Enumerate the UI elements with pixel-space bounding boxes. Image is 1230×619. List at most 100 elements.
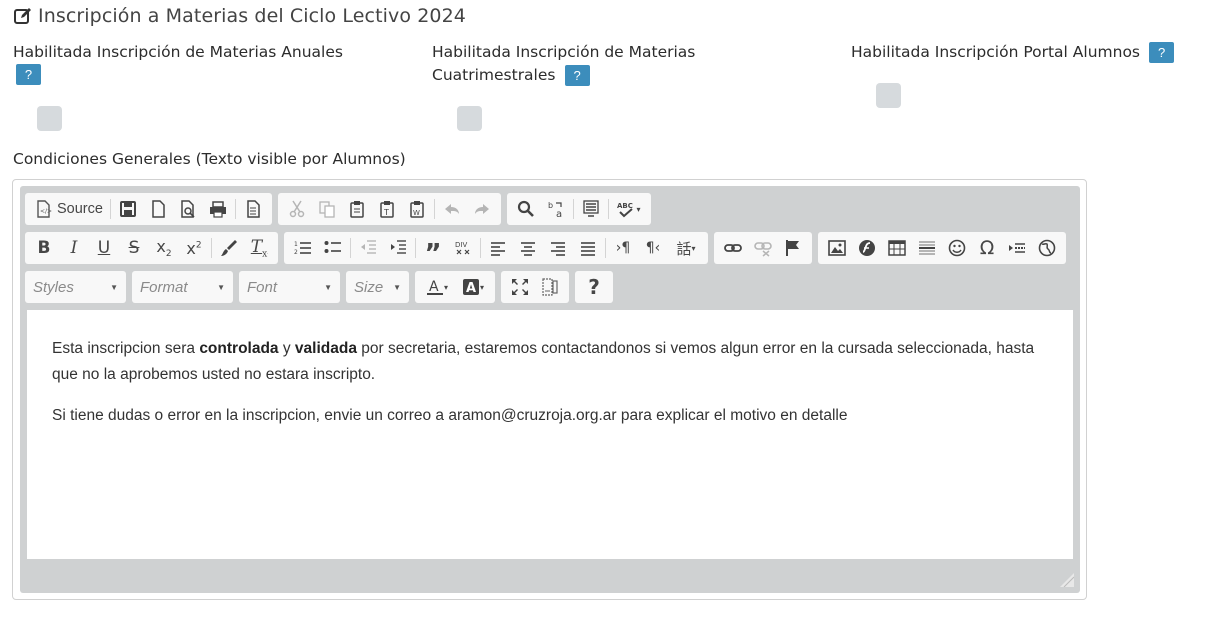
templates-button[interactable] xyxy=(238,195,268,223)
styles-dropdown[interactable]: Styles ▼ xyxy=(25,271,126,303)
new-page-button[interactable] xyxy=(143,195,173,223)
preview-button[interactable] xyxy=(173,195,203,223)
smiley-button[interactable] xyxy=(942,234,972,262)
subscript-icon: x2 xyxy=(156,236,172,260)
align-left-button[interactable] xyxy=(483,234,513,262)
div-icon: DIV xyxy=(455,241,470,255)
anuales-toggle[interactable] xyxy=(37,106,62,131)
flag-portal: Habilitada Inscripción Portal Alumnos ? xyxy=(851,41,1221,64)
spellcheck-button[interactable]: ABC ▾ xyxy=(611,195,647,223)
outdent-button[interactable] xyxy=(353,234,383,262)
source-label: Source xyxy=(57,201,103,217)
find-button[interactable] xyxy=(511,195,541,223)
preview-icon xyxy=(181,200,195,218)
italic-button[interactable]: I xyxy=(59,234,89,262)
indent-button[interactable] xyxy=(383,234,413,262)
source-button[interactable]: </> Source xyxy=(29,195,108,223)
superscript-button[interactable]: x2 xyxy=(179,234,209,262)
font-dropdown[interactable]: Font ▼ xyxy=(239,271,340,303)
flash-button[interactable] xyxy=(852,234,882,262)
format-dropdown[interactable]: Format ▼ xyxy=(132,271,233,303)
align-center-icon xyxy=(521,242,535,256)
undo-button[interactable] xyxy=(437,195,467,223)
maximize-button[interactable] xyxy=(505,273,535,301)
justify-button[interactable] xyxy=(573,234,603,262)
toolbar-row-3: Styles ▼ Format ▼ Font ▼ Size ▼ A ▾ A ▾ … xyxy=(25,271,613,303)
smiley-icon xyxy=(948,239,966,257)
flag-portal-label: Habilitada Inscripción Portal Alumnos xyxy=(851,43,1140,61)
maximize-icon xyxy=(512,279,528,295)
language-button[interactable]: 話 ▾ xyxy=(668,234,704,262)
subscript-button[interactable]: x2 xyxy=(149,234,179,262)
chevron-down-icon: ▾ xyxy=(636,204,641,214)
svg-text:2: 2 xyxy=(294,249,298,256)
unlink-button[interactable] xyxy=(748,234,778,262)
underline-button[interactable]: U xyxy=(89,234,119,262)
new-page-icon xyxy=(152,200,165,218)
toolbar-row-1: </> Source T W b a ABC ▾ xyxy=(25,193,651,225)
align-center-button[interactable] xyxy=(513,234,543,262)
special-char-button[interactable]: Ω xyxy=(972,234,1002,262)
align-right-button[interactable] xyxy=(543,234,573,262)
paste-word-icon: W xyxy=(410,201,424,218)
save-button[interactable] xyxy=(113,195,143,223)
remove-format-button[interactable]: Tx xyxy=(244,234,274,262)
numbered-list-icon: 12 xyxy=(294,241,311,256)
ltr-button[interactable]: ›¶ xyxy=(608,234,638,262)
toolbar-row-2: B I U S x2 x2 Tx 12 ” DIV ›¶ ¶‹ 話 ▾ Ω xyxy=(25,232,1066,269)
redo-button[interactable] xyxy=(467,195,497,223)
replace-button[interactable]: ba xyxy=(541,195,571,223)
editor-content[interactable]: Esta inscripcion sera controlada y valid… xyxy=(27,310,1073,559)
anchor-button[interactable] xyxy=(778,234,808,262)
text-color-button[interactable]: A ▾ xyxy=(419,273,455,301)
help-anuales-button[interactable]: ? xyxy=(16,64,41,85)
portal-toggle[interactable] xyxy=(876,83,901,108)
help-cuatrimestrales-button[interactable]: ? xyxy=(564,65,590,86)
justify-icon xyxy=(581,242,595,256)
chevron-down-icon: ▾ xyxy=(691,243,696,253)
svg-text:W: W xyxy=(413,209,420,217)
create-div-button[interactable]: DIV xyxy=(448,234,478,262)
size-dropdown[interactable]: Size ▼ xyxy=(346,271,409,303)
paste-word-button[interactable]: W xyxy=(402,195,432,223)
font-dropdown-label: Font xyxy=(247,278,278,296)
page-break-button[interactable] xyxy=(1002,234,1032,262)
toolbar-separator xyxy=(433,199,435,219)
numbered-list-button[interactable]: 12 xyxy=(288,234,318,262)
toolbar-group-colors: A ▾ A ▾ xyxy=(415,271,495,303)
search-icon xyxy=(517,200,534,217)
chevron-down-icon: ▼ xyxy=(110,282,118,292)
copy-button[interactable] xyxy=(312,195,342,223)
quote-icon: ” xyxy=(424,239,442,269)
show-blocks-button[interactable] xyxy=(535,273,565,301)
toolbar-group-document: </> Source xyxy=(25,193,272,225)
flag-cuatrimestrales: Habilitada Inscripción de Materias Cuatr… xyxy=(432,41,742,87)
table-button[interactable] xyxy=(882,234,912,262)
link-button[interactable] xyxy=(718,234,748,262)
background-color-button[interactable]: A ▾ xyxy=(455,273,491,301)
help-portal-button[interactable]: ? xyxy=(1149,42,1175,63)
paste-text-button[interactable]: T xyxy=(372,195,402,223)
rtl-button[interactable]: ¶‹ xyxy=(638,234,668,262)
bulleted-list-button[interactable] xyxy=(318,234,348,262)
strikethrough-button[interactable]: S xyxy=(119,234,149,262)
toolbar-separator xyxy=(415,238,416,258)
toolbar-group-insert: Ω xyxy=(818,232,1066,264)
select-all-button[interactable] xyxy=(576,195,606,223)
horizontal-rule-button[interactable] xyxy=(912,234,942,262)
iframe-button[interactable] xyxy=(1032,234,1062,262)
toolbar-group-tools xyxy=(501,271,569,303)
format-dropdown-label: Format xyxy=(140,278,188,296)
cuatrimestrales-toggle[interactable] xyxy=(457,106,482,131)
image-button[interactable] xyxy=(822,234,852,262)
copy-format-button[interactable] xyxy=(214,234,244,262)
paste-button[interactable] xyxy=(342,195,372,223)
print-button[interactable] xyxy=(203,195,233,223)
blockquote-button[interactable]: ” xyxy=(418,234,448,269)
cut-button[interactable] xyxy=(282,195,312,223)
remove-format-icon: Tx xyxy=(250,236,268,260)
resize-handle-icon[interactable] xyxy=(1060,573,1074,587)
about-button[interactable]: ? xyxy=(579,273,609,301)
superscript-icon: x2 xyxy=(186,238,202,258)
bold-button[interactable]: B xyxy=(29,234,59,262)
